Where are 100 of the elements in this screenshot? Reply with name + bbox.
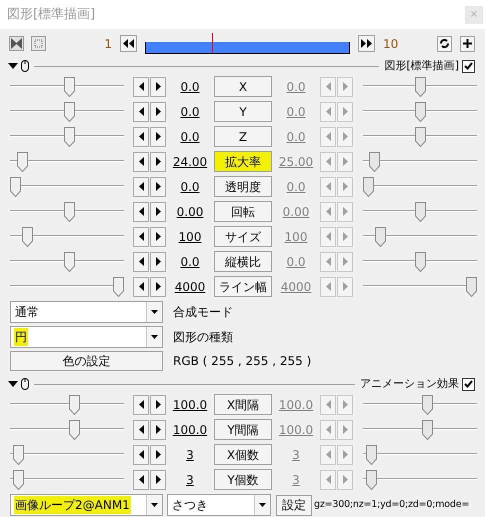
- slider[interactable]: [363, 226, 477, 246]
- parameter-button[interactable]: ライン幅: [214, 276, 272, 297]
- decrement-button[interactable]: [133, 276, 149, 296]
- parameter-button[interactable]: X: [214, 76, 272, 97]
- slider[interactable]: [10, 176, 124, 196]
- increment-button[interactable]: [150, 470, 166, 490]
- settings-button[interactable]: 設定: [276, 494, 312, 516]
- add-button[interactable]: [460, 36, 475, 52]
- slider-thumb[interactable]: [422, 420, 433, 440]
- parameter-button[interactable]: 透明度: [214, 176, 272, 197]
- decrement-button[interactable]: [133, 444, 149, 464]
- slider-thumb[interactable]: [64, 252, 75, 272]
- increment-button[interactable]: [150, 394, 166, 414]
- dropdown[interactable]: 画像ループ2@ANM1: [10, 494, 163, 516]
- parameter-button[interactable]: Z: [214, 126, 272, 147]
- slider-thumb[interactable]: [366, 444, 378, 464]
- collapse-triangle-icon[interactable]: [8, 63, 18, 69]
- decrement-button[interactable]: [133, 126, 149, 146]
- slider-thumb[interactable]: [466, 276, 477, 296]
- enable-checkbox[interactable]: [462, 378, 475, 390]
- increment-button[interactable]: [150, 176, 166, 196]
- slider[interactable]: [363, 202, 477, 222]
- increment-button[interactable]: [150, 126, 166, 146]
- frame-icon[interactable]: [31, 36, 46, 51]
- start-value[interactable]: 100.0: [166, 420, 214, 438]
- start-value[interactable]: 3: [166, 470, 214, 488]
- decrement-button[interactable]: [133, 152, 149, 172]
- slider-thumb[interactable]: [64, 202, 75, 222]
- increment-button[interactable]: [150, 252, 166, 272]
- start-value[interactable]: 0.0: [166, 128, 214, 146]
- slider[interactable]: [363, 126, 477, 146]
- start-value[interactable]: 100.0: [166, 396, 214, 414]
- decrement-button[interactable]: [133, 102, 149, 122]
- slider[interactable]: [10, 470, 124, 490]
- film-icon[interactable]: [9, 36, 24, 51]
- slider-thumb[interactable]: [68, 420, 80, 440]
- slider-thumb[interactable]: [68, 394, 80, 414]
- decrement-button[interactable]: [133, 176, 149, 196]
- collapse-triangle-icon[interactable]: [8, 381, 18, 387]
- slider-thumb[interactable]: [64, 126, 75, 146]
- slider[interactable]: [10, 420, 124, 440]
- slider[interactable]: [10, 152, 124, 172]
- slider[interactable]: [10, 226, 124, 246]
- slider[interactable]: [10, 252, 124, 272]
- slider-thumb[interactable]: [414, 102, 426, 122]
- increment-button[interactable]: [150, 226, 166, 246]
- slider[interactable]: [363, 76, 477, 96]
- slider-thumb[interactable]: [17, 152, 28, 172]
- parameter-button[interactable]: 拡大率: [214, 151, 272, 172]
- start-value[interactable]: 0.00: [166, 202, 214, 220]
- slider[interactable]: [10, 202, 124, 222]
- slider-thumb[interactable]: [363, 176, 374, 196]
- decrement-button[interactable]: [133, 420, 149, 440]
- slider[interactable]: [363, 444, 477, 464]
- parameter-button[interactable]: Y間隔: [214, 419, 272, 440]
- dropdown[interactable]: さつき: [167, 494, 271, 516]
- slider[interactable]: [363, 176, 477, 196]
- slider-thumb[interactable]: [64, 102, 75, 122]
- slider[interactable]: [363, 276, 477, 296]
- parameter-button[interactable]: 縦横比: [214, 251, 272, 272]
- slider-thumb[interactable]: [422, 394, 433, 414]
- decrement-button[interactable]: [133, 226, 149, 246]
- fast-forward-button[interactable]: [358, 35, 375, 52]
- start-value[interactable]: 4000: [166, 278, 214, 296]
- start-value[interactable]: 100: [166, 228, 214, 246]
- timeline-bar[interactable]: [145, 42, 350, 54]
- refresh-button[interactable]: [437, 36, 452, 52]
- increment-button[interactable]: [150, 76, 166, 96]
- start-value[interactable]: 0.0: [166, 78, 214, 96]
- increment-button[interactable]: [150, 276, 166, 296]
- slider-thumb[interactable]: [414, 126, 426, 146]
- increment-button[interactable]: [150, 444, 166, 464]
- parameter-button[interactable]: Y個数: [214, 469, 272, 490]
- start-value[interactable]: 0.0: [166, 178, 214, 196]
- slider[interactable]: [363, 470, 477, 490]
- slider-thumb[interactable]: [369, 152, 380, 172]
- start-value[interactable]: 3: [166, 446, 214, 464]
- decrement-button[interactable]: [133, 470, 149, 490]
- start-value[interactable]: 0.0: [166, 102, 214, 120]
- slider-thumb[interactable]: [113, 276, 124, 296]
- slider[interactable]: [10, 102, 124, 122]
- slider-thumb[interactable]: [13, 444, 24, 464]
- parameter-button[interactable]: X個数: [214, 444, 272, 465]
- slider-thumb[interactable]: [366, 470, 378, 490]
- slider[interactable]: [363, 252, 477, 272]
- slider-thumb[interactable]: [414, 202, 426, 222]
- increment-button[interactable]: [150, 202, 166, 222]
- slider[interactable]: [10, 394, 124, 414]
- parameter-button[interactable]: サイズ: [214, 226, 272, 247]
- increment-button[interactable]: [150, 152, 166, 172]
- start-value[interactable]: 0.0: [166, 252, 214, 270]
- slider[interactable]: [10, 276, 124, 296]
- slider[interactable]: [363, 102, 477, 122]
- slider-thumb[interactable]: [22, 226, 34, 246]
- parameter-button[interactable]: Y: [214, 101, 272, 122]
- slider[interactable]: [10, 126, 124, 146]
- decrement-button[interactable]: [133, 202, 149, 222]
- slider-thumb[interactable]: [10, 176, 21, 196]
- slider-thumb[interactable]: [414, 252, 426, 272]
- color-settings-button[interactable]: 色の設定: [10, 351, 163, 371]
